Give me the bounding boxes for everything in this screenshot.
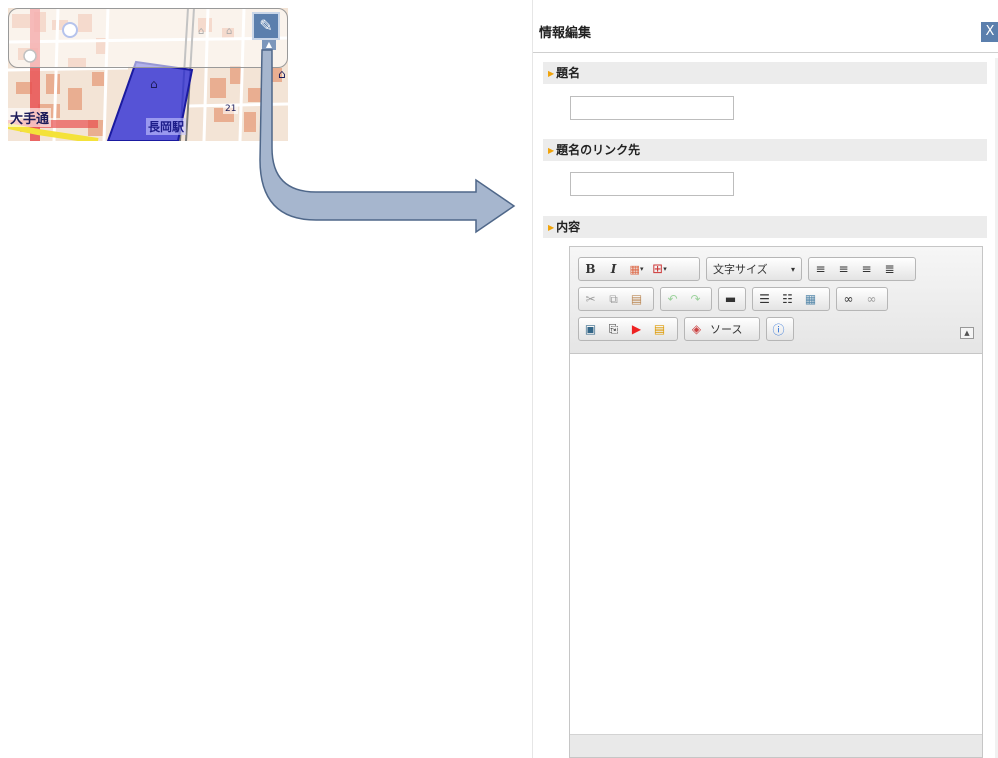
- align-justify-icon: ≣: [884, 262, 895, 276]
- block-icon: ▦: [804, 292, 817, 306]
- align-group: ≡ ≡ ≡ ≣: [808, 257, 916, 281]
- clipboard-group: ✂ ⧉ ▤: [578, 287, 654, 311]
- align-right-icon: ≡: [861, 262, 872, 276]
- unlink-button[interactable]: ∞: [860, 288, 883, 310]
- undo-icon: ↶: [667, 292, 678, 306]
- image-icon: ▣: [584, 322, 597, 336]
- template-icon: ▤: [653, 322, 666, 336]
- section-header-link: ▶ 題名のリンク先: [543, 139, 987, 161]
- template-button[interactable]: ▤: [648, 318, 671, 340]
- triangle-marker-icon: ▶: [548, 223, 555, 232]
- source-button[interactable]: ◈ ソース: [684, 317, 760, 341]
- numbered-list-button[interactable]: ☰: [753, 288, 776, 310]
- list-group: ☰ ☷ ▦: [752, 287, 830, 311]
- copy-icon: ⧉: [609, 291, 618, 306]
- block-button[interactable]: ▦: [799, 288, 822, 310]
- source-label: ソース: [710, 323, 743, 336]
- map-edit-button[interactable]: ✎: [252, 12, 280, 40]
- align-left-button[interactable]: ≡: [809, 258, 832, 280]
- panel-header: 情報編集 X: [533, 0, 998, 53]
- triangle-marker-icon: ▶: [548, 69, 555, 78]
- clipboard-icon: ▤: [630, 292, 643, 306]
- hr-group: ▬: [718, 287, 746, 311]
- title-input[interactable]: [570, 96, 734, 120]
- format-group: B I ▦ ▾ ⊞ ▾: [578, 257, 700, 281]
- cut-button[interactable]: ✂: [579, 288, 602, 310]
- dropdown-caret-icon: ▾: [790, 264, 795, 274]
- table-button[interactable]: ⊞ ▾: [648, 258, 671, 280]
- redo-icon: ↷: [690, 292, 701, 306]
- copy-button[interactable]: ⧉: [602, 288, 625, 310]
- link-input[interactable]: [570, 172, 734, 196]
- unlink-icon: ∞: [866, 292, 877, 306]
- bullet-list-button[interactable]: ☷: [776, 288, 799, 310]
- about-button[interactable]: ⓘ: [767, 318, 790, 340]
- numbered-list-icon: ☰: [759, 292, 770, 306]
- paste-button[interactable]: ▤: [625, 288, 648, 310]
- pencil-icon: ✎: [259, 16, 273, 35]
- toolbar-collapse-button[interactable]: ▲: [960, 327, 974, 339]
- flow-arrow: [259, 49, 516, 234]
- triangle-marker-icon: ▶: [548, 146, 555, 155]
- align-justify-button[interactable]: ≣: [878, 258, 901, 280]
- bullet-list-icon: ☷: [782, 292, 793, 306]
- panel-title: 情報編集: [539, 26, 592, 41]
- section-label-content: 内容: [556, 220, 581, 234]
- source-code-icon: ◈: [691, 322, 702, 336]
- font-size-combo[interactable]: 文字サイズ ▾: [707, 261, 801, 277]
- horizontal-rule-button[interactable]: ▬: [719, 288, 742, 310]
- editor-toolbar: B I ▦ ▾ ⊞ ▾ 文字サイズ ▾ ≡ ≡ ≡ ≣ ✂ ⧉ ▤ ↶ ↷ ▬ …: [570, 247, 982, 354]
- youtube-icon: ▶: [631, 322, 642, 336]
- close-button[interactable]: X: [981, 22, 998, 42]
- link-icon: ∞: [843, 292, 854, 306]
- redo-button[interactable]: ↷: [684, 288, 707, 310]
- about-group: ⓘ: [766, 317, 794, 341]
- align-left-icon: ≡: [815, 262, 826, 276]
- image-button[interactable]: ▣: [579, 318, 602, 340]
- section-label-title: 題名: [556, 66, 581, 80]
- section-header-title: ▶ 題名: [543, 62, 987, 84]
- table-icon: ⊞: [652, 261, 664, 277]
- info-edit-panel: 情報編集 X ▶ 題名 ▶ 題名のリンク先 ▶ 内容 B I ▦ ▾ ⊞ ▾ 文…: [532, 0, 998, 758]
- svg-text:⌂: ⌂: [150, 77, 158, 91]
- font-size-label: 文字サイズ: [713, 263, 768, 276]
- history-group: ↶ ↷: [660, 287, 712, 311]
- link-button[interactable]: ∞: [837, 288, 860, 310]
- youtube-button[interactable]: ▶: [625, 318, 648, 340]
- scissors-icon: ✂: [585, 292, 596, 306]
- map-label-number: 21: [223, 104, 239, 114]
- color-palette-icon: ▦: [629, 262, 640, 276]
- section-label-link: 題名のリンク先: [556, 143, 641, 157]
- text-color-button[interactable]: ▦ ▾: [625, 258, 648, 280]
- font-size-select[interactable]: 文字サイズ ▾: [706, 257, 802, 281]
- editor-status-bar: [570, 734, 982, 757]
- horizontal-rule-icon: ▬: [724, 292, 737, 306]
- map-label-station: 長岡駅: [146, 118, 187, 135]
- align-right-button[interactable]: ≡: [855, 258, 878, 280]
- map-label-street: 大手通: [8, 108, 52, 127]
- dropdown-caret-icon: ▾: [639, 265, 644, 273]
- dropdown-caret-icon: ▾: [663, 265, 667, 273]
- info-icon: ⓘ: [772, 322, 785, 337]
- link-group: ∞ ∞: [836, 287, 888, 311]
- undo-button[interactable]: ↶: [661, 288, 684, 310]
- align-center-icon: ≡: [838, 262, 849, 276]
- rich-text-editor: B I ▦ ▾ ⊞ ▾ 文字サイズ ▾ ≡ ≡ ≡ ≣ ✂ ⧉ ▤ ↶ ↷ ▬ …: [569, 246, 983, 758]
- editor-content-area[interactable]: [570, 354, 982, 734]
- map-thumbnail[interactable]: ⌂⌂ ⌂⌂ 大手通 長岡駅 21: [8, 8, 288, 141]
- attachment-icon: ⎘: [608, 321, 619, 336]
- insert-group: ▣ ⎘ ▶ ▤: [578, 317, 678, 341]
- align-center-button[interactable]: ≡: [832, 258, 855, 280]
- map-overlay-bar: [8, 8, 288, 68]
- bold-button[interactable]: B: [579, 258, 602, 280]
- italic-button[interactable]: I: [602, 258, 625, 280]
- section-header-content: ▶ 内容: [543, 216, 987, 238]
- attach-button[interactable]: ⎘: [602, 318, 625, 340]
